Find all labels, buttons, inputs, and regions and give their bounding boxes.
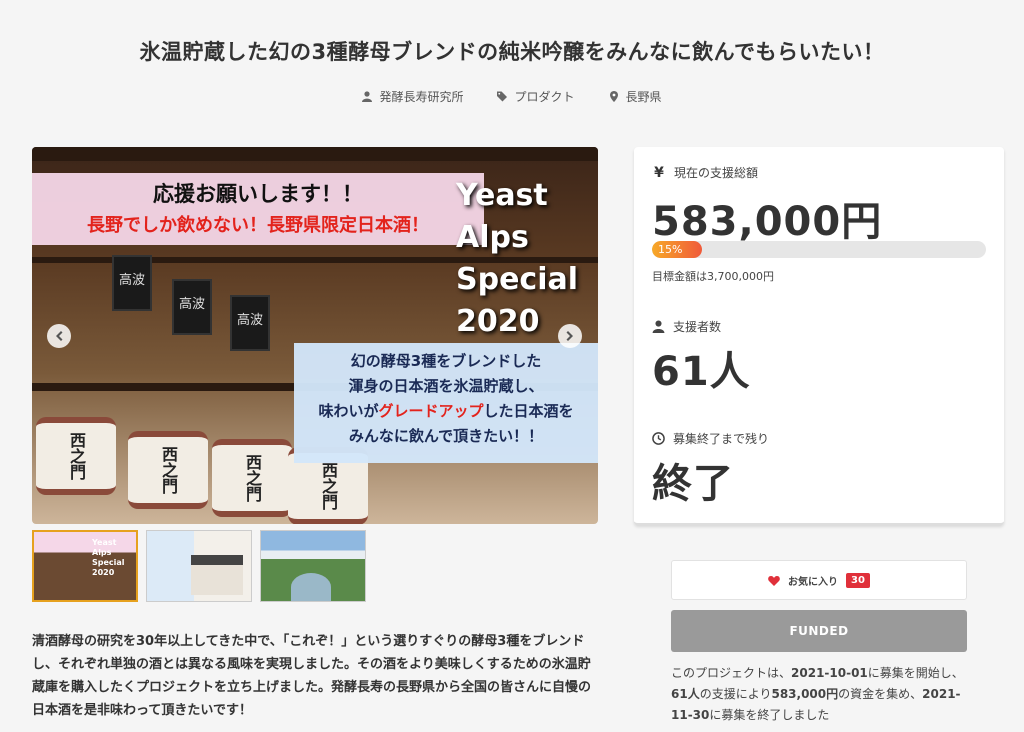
project-title: 氷温貯蔵した幻の3種酵母ブレンドの純米吟醸をみんなに飲んでもらいたい！ [139,40,885,64]
sake-barrel: 西之門 [36,417,116,495]
location-name: 長野県 [625,90,662,104]
tag-icon [497,91,508,102]
mid-line: 味わいがグレードアップした日本酒を [294,399,598,424]
thumbnail-1[interactable]: Yeast Alps Special 2020 [32,530,138,602]
remaining-label-row: 募集終了まで残り [652,430,769,447]
user-icon [652,320,665,333]
sake-barrel: 西之門 [212,439,292,517]
sake-lantern: 高波 [112,255,152,311]
mid-line: 渾身の日本酒を氷温貯蔵し、 [348,377,544,395]
favorite-count: 30 [846,572,870,588]
backers-value: 61人 [652,349,751,395]
summary-text: に募集を開始し、 [867,666,964,680]
thumbnail-3[interactable] [260,530,366,602]
river [291,573,331,601]
goal-amount: 目標金額は3,700,000円 [652,270,774,283]
brewery-building [191,555,243,595]
backers-label-row: 支援者数 [652,318,721,335]
amount-label-row: ¥ 現在の支援総額 [652,164,758,181]
support-banner: 応援お願いします！！ 長野でしか飲めない！長野県限定日本酒！ [32,173,484,245]
progress-fill: 15% [652,241,703,258]
mid-text: 味わいが [318,402,379,420]
favorite-button[interactable]: お気に入り 30 [671,560,967,600]
backers-label: 支援者数 [673,320,722,334]
chevron-right-icon [566,331,573,341]
funding-stats-panel: ¥ 現在の支援総額 583,000円 15% 目標金額は3,700,000円 支… [634,147,1004,525]
sake-barrel: 西之門 [128,431,208,509]
location-link[interactable]: 長野県 [609,88,662,105]
mid-line: 幻の酵母3種をブレンドした [350,352,542,370]
remaining-value: 終了 [652,461,734,507]
favorite-label: お気に入り [788,576,839,588]
yeast-line: Special [456,262,579,297]
clock-icon [652,432,665,445]
mid-line: みんなに飲んで頂きたい！！ [348,427,544,445]
owner-link[interactable]: 発酵長寿研究所 [362,88,463,105]
sake-lantern: 高波 [172,279,212,335]
summary-amount: 583,000円 [771,687,839,701]
yeast-alps-title: Yeast Alps Special 2020 [456,175,598,343]
banner-line-2: 長野でしか飲めない！長野県限定日本酒！ [87,215,429,236]
funding-progress-bar: 15% [652,241,986,258]
remaining-label: 募集終了まで残り [673,432,770,446]
mid-text: した日本酒を [483,402,574,420]
carousel-prev-button[interactable] [47,324,71,348]
owner-name: 発酵長寿研究所 [379,90,464,104]
sake-lantern: 高波 [230,295,270,351]
thumbnail-1-text: Yeast Alps Special 2020 [92,538,125,577]
project-description: 清酒酵母の研究を30年以上してきた中で、「これぞ！」という選りすぐりの酵母3種を… [32,634,592,718]
summary-text: に募集を終了しました [709,708,830,722]
ceiling-beam [32,147,598,161]
yeast-line: Yeast [456,178,548,213]
thumbnail-2[interactable] [146,530,252,602]
funded-button[interactable]: FUNDED [671,610,967,652]
amount-value: 583,000円 [652,199,883,245]
carousel-thumbnails: Yeast Alps Special 2020 [32,530,366,602]
heart-icon [768,575,780,586]
hero-image-carousel[interactable]: 高波 高波 高波 西之門 西之門 西之門 西之門 応援お願いします！！ 長野でし… [32,147,598,524]
project-meta: 発酵長寿研究所 プロダクト 長野県 [0,88,1024,105]
summary-start-date: 2021-10-01 [791,666,868,680]
summary-text: このプロジェクトは、 [671,666,792,680]
amount-label: 現在の支援総額 [674,166,759,180]
summary-text: の支援により [699,687,772,701]
user-icon [362,91,373,102]
summary-text: の資金を集め、 [838,687,923,701]
carousel-next-button[interactable] [558,324,582,348]
mid-highlight: グレードアップ [378,402,484,420]
category-name: プロダクト [514,90,575,104]
banner-line-1: 応援お願いします！！ [153,182,363,206]
chevron-left-icon [56,331,63,341]
funding-summary: このプロジェクトは、2021-10-01に募集を開始し、 61人の支援により583… [671,663,971,726]
map-marker-icon [609,91,618,102]
yeast-line: Alps [456,220,529,255]
yen-icon: ¥ [654,164,664,181]
summary-backers: 61人 [671,687,700,701]
category-link[interactable]: プロダクト [497,88,575,105]
description-banner: 幻の酵母3種をブレンドした 渾身の日本酒を氷温貯蔵し、 味わいがグレードアップし… [294,343,598,463]
